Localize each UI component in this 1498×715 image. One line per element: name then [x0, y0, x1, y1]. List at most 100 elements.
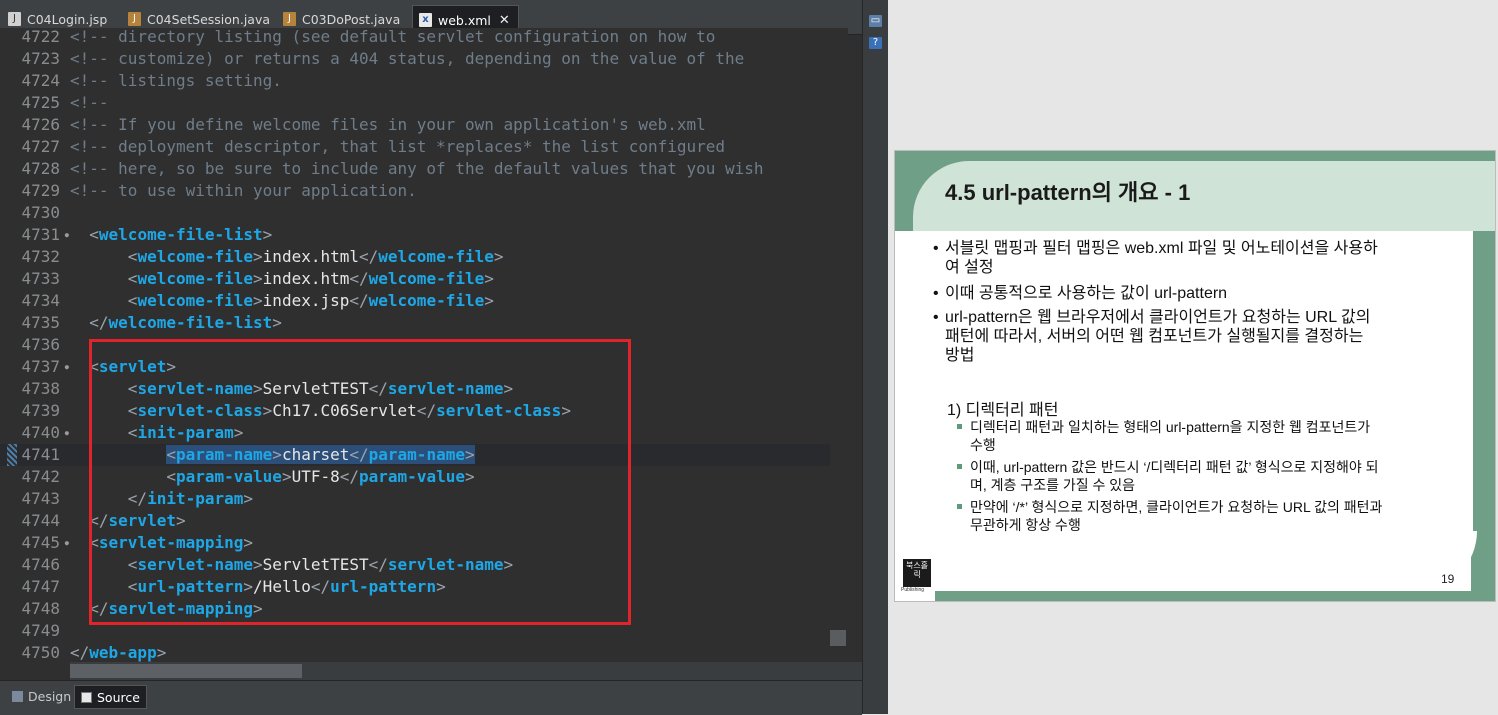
code-line[interactable]: 4742 <param-value>UTF-8</param-value>	[0, 466, 830, 488]
current-line-marker	[7, 444, 17, 466]
code-line[interactable]: 4738 <servlet-name>ServletTEST</servlet-…	[0, 378, 830, 400]
line-number: 4746	[21, 555, 60, 574]
line-number: 4722	[21, 28, 60, 46]
line-number: 4745	[0, 532, 69, 554]
code-line[interactable]: 4723 <!-- customize) or returns a 404 sta…	[0, 48, 830, 70]
sub-bullet-item: 이때, url-pattern 값은 반드시 ‘/디렉터리 패턴 값’ 형식으로…	[957, 458, 1379, 494]
code-text: <!--	[70, 93, 109, 112]
code-line[interactable]: 4736	[0, 334, 830, 356]
line-number: 4743	[21, 489, 60, 508]
code-text: <servlet-mapping>	[89, 533, 254, 552]
code-line[interactable]: 4746 <servlet-name>ServletTEST</servlet-…	[0, 554, 830, 576]
square-bullet-icon	[957, 464, 962, 469]
code-text: <!-- listings setting.	[70, 71, 282, 90]
bullet-item: • 이때 공통적으로 사용하는 값이 url-pattern	[933, 284, 1227, 303]
tab-label: C04SetSession.java	[147, 11, 271, 27]
code-line[interactable]: 4749	[0, 620, 830, 642]
code-text: <param-name>charset</param-name>	[166, 445, 475, 464]
design-icon	[12, 690, 23, 702]
close-icon[interactable]: ✕	[499, 13, 510, 28]
code-line[interactable]: 4726 <!-- If you define welcome files in …	[0, 114, 830, 136]
horizontal-scrollbar[interactable]	[70, 662, 830, 680]
code-text: <!-- directory listing (see default serv…	[70, 28, 716, 46]
tab-source-label: Source	[97, 689, 140, 705]
code-line[interactable]: 4730	[0, 202, 830, 224]
code-line[interactable]: 4728 <!-- here, so be sure to include any…	[0, 158, 830, 180]
code-text: <init-param>	[127, 423, 244, 442]
window-icon[interactable]: ▭	[869, 15, 882, 27]
code-line[interactable]: 4722 <!-- directory listing (see default …	[0, 28, 830, 48]
code-line[interactable]: 4734 <welcome-file>index.jsp</welcome-fi…	[0, 290, 830, 312]
sub-bullet-item: 디렉터리 패턴과 일치하는 형태의 url-pattern을 지정한 웹 컴포넌…	[957, 418, 1371, 454]
bullet-text: 방법	[945, 347, 975, 364]
line-number: 4734	[21, 291, 60, 310]
line-number: 4727	[21, 137, 60, 156]
code-text: <!-- customize) or returns a 404 status,…	[70, 49, 745, 68]
source-icon	[81, 691, 92, 703]
publisher-logo-subtitle: Publishing	[901, 587, 925, 593]
code-line[interactable]: 4727 <!-- deployment descriptor, that lis…	[0, 136, 830, 158]
vertical-scrollbar[interactable]	[830, 28, 848, 662]
code-line[interactable]: 4745 <servlet-mapping>	[0, 532, 830, 554]
code-line[interactable]: 4737 <servlet>	[0, 356, 830, 378]
line-number: 4738	[21, 379, 60, 398]
tab-source[interactable]: Source	[74, 685, 147, 709]
code-text: <servlet-class>Ch17.C06Servlet</servlet-…	[127, 401, 571, 420]
line-number: 4726	[21, 115, 60, 134]
code-line[interactable]: 4750 </web-app>	[0, 642, 830, 662]
tab-label: C04Login.jsp	[27, 11, 108, 27]
code-line[interactable]: 4735 </welcome-file-list>	[0, 312, 830, 334]
bullet-text: 여 설정	[945, 259, 994, 276]
line-number: 4732	[21, 247, 60, 266]
code-line[interactable]: 4731 <welcome-file-list>	[0, 224, 830, 246]
code-text: <!-- to use within your application.	[70, 181, 417, 200]
code-line[interactable]: 4739 <servlet-class>Ch17.C06Servlet</ser…	[0, 400, 830, 422]
code-text: <!-- deployment descriptor, that list *r…	[70, 137, 726, 156]
xml-editor: J C04Login.jsp J C04SetSession.java J C0…	[0, 0, 888, 715]
xml-file-icon: x	[419, 13, 432, 27]
code-text: </servlet>	[89, 511, 186, 530]
line-number: 4744	[21, 511, 60, 530]
code-text: <welcome-file>index.htm</welcome-file>	[127, 269, 494, 288]
code-line[interactable]: 4729 <!-- to use within your application.	[0, 180, 830, 202]
code-line[interactable]: 4724 <!-- listings setting.	[0, 70, 830, 92]
code-line[interactable]: 4744 </servlet>	[0, 510, 830, 532]
code-text: <param-value>UTF-8</param-value>	[166, 467, 475, 486]
code-text: <welcome-file-list>	[89, 225, 273, 244]
vertical-scroll-thumb[interactable]	[830, 630, 846, 646]
line-number: 4724	[21, 71, 60, 90]
code-text: </init-param>	[127, 489, 254, 508]
bullet-text: 패턴에 따라서, 서버의 어떤 웹 컴포넌트가 실행될지를 결정하는	[945, 328, 1364, 345]
horizontal-scroll-thumb[interactable]	[70, 664, 302, 678]
code-area[interactable]: 4722 <!-- directory listing (see default …	[0, 28, 830, 662]
sub-bullet-text: 무관하게 항상 수행	[970, 517, 1081, 533]
code-line[interactable]: 4748 </servlet-mapping>	[0, 598, 830, 620]
square-bullet-icon	[957, 504, 962, 509]
jsp-file-icon: J	[8, 12, 21, 26]
line-number: 4733	[21, 269, 60, 288]
bullet-dot: •	[933, 285, 939, 302]
code-line[interactable]: 4747 <url-pattern>/Hello</url-pattern>	[0, 576, 830, 598]
help-icon[interactable]: ?	[869, 37, 882, 49]
sub-bullet-text: 수행	[970, 437, 996, 453]
code-text: <servlet>	[89, 357, 176, 376]
tab-label: web.xml	[438, 12, 491, 28]
tab-label: C03DoPost.java	[302, 11, 401, 27]
line-number: 4750	[21, 643, 60, 662]
code-line[interactable]: 4741 <param-name>charset</param-name>	[0, 444, 830, 466]
code-line[interactable]: 4743 </init-param>	[0, 488, 830, 510]
code-text: <url-pattern>/Hello</url-pattern>	[127, 577, 446, 596]
code-text: <servlet-name>ServletTEST</servlet-name>	[127, 555, 514, 574]
sub-bullet-text: 디렉터리 패턴과 일치하는 형태의 url-pattern을 지정한 웹 컴포넌…	[970, 419, 1371, 435]
code-line[interactable]: 4733 <welcome-file>index.htm</welcome-fi…	[0, 268, 830, 290]
tab-design[interactable]: Design	[6, 685, 77, 707]
bullet-text: url-pattern은 웹 브라우저에서 클라이언트가 요청하는 URL 값의	[945, 309, 1371, 326]
code-line[interactable]: 4732 <welcome-file>index.html</welcome-f…	[0, 246, 830, 268]
bullet-dot: •	[933, 309, 939, 326]
line-number: 4749	[21, 621, 60, 640]
code-line[interactable]: 4740 <init-param>	[0, 422, 830, 444]
code-line[interactable]: 4725 <!--	[0, 92, 830, 114]
tab-design-label: Design	[28, 688, 72, 704]
java-file-icon: J	[283, 12, 296, 26]
java-file-icon: J	[128, 12, 141, 26]
